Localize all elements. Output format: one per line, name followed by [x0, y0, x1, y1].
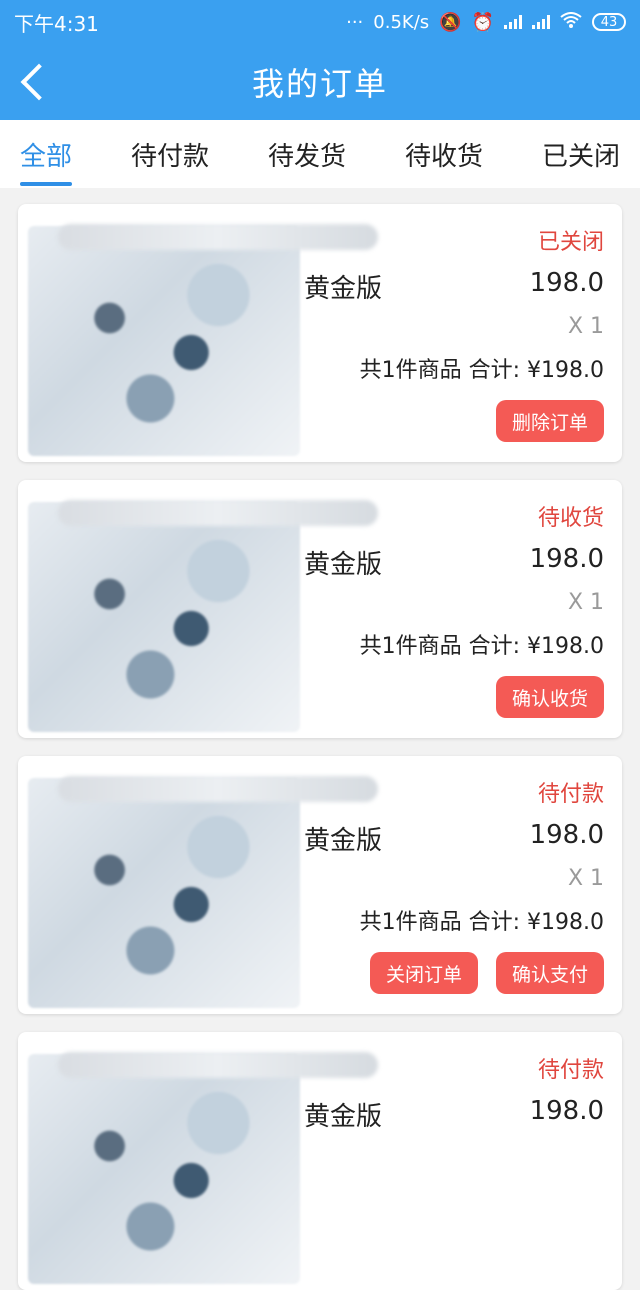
order-status: 待付款 — [537, 1058, 604, 1083]
tab-pending-receipt[interactable]: 待收货 — [405, 126, 483, 183]
order-actions: 删除订单 — [495, 400, 604, 442]
tab-all[interactable]: 全部 — [20, 126, 73, 186]
product-name: 黄金版 — [304, 274, 383, 304]
mute-icon: 🔕 — [439, 11, 462, 33]
battery-icon: 43 — [592, 13, 626, 31]
order-card[interactable]: 待付款 黄金版 198.0 X 1 共1件商品 合计: ¥198.0 关闭订单 … — [18, 756, 622, 1014]
network-speed: 0.5K/s — [373, 11, 430, 33]
close-order-button[interactable]: 关闭订单 — [369, 952, 478, 994]
tab-closed[interactable]: 已关闭 — [542, 126, 620, 183]
wifi-icon — [560, 11, 582, 33]
product-quantity: X 1 — [567, 590, 604, 615]
status-time: 下午4:31 — [14, 11, 99, 36]
product-quantity: X 1 — [567, 866, 604, 891]
product-thumbnail — [28, 226, 300, 456]
page-title: 我的订单 — [251, 65, 388, 103]
product-name: 黄金版 — [304, 826, 383, 856]
product-thumbnail — [28, 1054, 300, 1284]
blurred-order-info — [58, 776, 378, 802]
delete-order-button[interactable]: 删除订单 — [495, 400, 604, 442]
blurred-order-info — [58, 500, 378, 526]
confirm-payment-button[interactable]: 确认支付 — [495, 952, 604, 994]
product-quantity: X 1 — [567, 314, 604, 339]
tab-pending-payment[interactable]: 待付款 — [131, 126, 209, 183]
order-actions: 关闭订单 确认支付 — [369, 952, 604, 994]
order-card[interactable]: 待付款 黄金版 198.0 — [18, 1032, 622, 1290]
order-status: 待付款 — [537, 782, 604, 807]
order-actions: 确认收货 — [495, 676, 604, 718]
order-card[interactable]: 待收货 黄金版 198.0 X 1 共1件商品 合计: ¥198.0 确认收货 — [18, 480, 622, 738]
order-status: 已关闭 — [537, 230, 604, 255]
chevron-left-icon[interactable] — [20, 63, 58, 101]
order-summary: 共1件商品 合计: ¥198.0 — [359, 910, 604, 935]
product-name: 黄金版 — [304, 550, 383, 580]
status-indicators: ··· 0.5K/s 🔕 ⏰ 43 — [346, 12, 626, 33]
signal-icon-2 — [532, 15, 550, 29]
alarm-icon: ⏰ — [471, 11, 494, 33]
blurred-order-info — [58, 1052, 378, 1078]
more-dots: ··· — [346, 11, 364, 33]
product-price: 198.0 — [529, 820, 604, 850]
app-bar: 我的订单 — [0, 44, 640, 120]
product-price: 198.0 — [529, 1096, 604, 1126]
order-summary: 共1件商品 合计: ¥198.0 — [359, 358, 604, 383]
product-thumbnail — [28, 502, 300, 732]
order-summary: 共1件商品 合计: ¥198.0 — [359, 634, 604, 659]
product-price: 198.0 — [529, 268, 604, 298]
blurred-order-info — [58, 224, 378, 250]
confirm-receipt-button[interactable]: 确认收货 — [495, 676, 604, 718]
order-status: 待收货 — [537, 506, 604, 531]
product-name: 黄金版 — [304, 1102, 383, 1132]
order-tabs: 全部 待付款 待发货 待收货 已关闭 — [0, 120, 640, 188]
order-list: 已关闭 黄金版 198.0 X 1 共1件商品 合计: ¥198.0 删除订单 … — [0, 188, 640, 1290]
order-card[interactable]: 已关闭 黄金版 198.0 X 1 共1件商品 合计: ¥198.0 删除订单 — [18, 204, 622, 462]
signal-icon — [504, 15, 522, 29]
tab-pending-shipment[interactable]: 待发货 — [268, 126, 346, 183]
product-price: 198.0 — [529, 544, 604, 574]
status-bar: 下午4:31 ··· 0.5K/s 🔕 ⏰ 43 — [0, 0, 640, 44]
product-thumbnail — [28, 778, 300, 1008]
